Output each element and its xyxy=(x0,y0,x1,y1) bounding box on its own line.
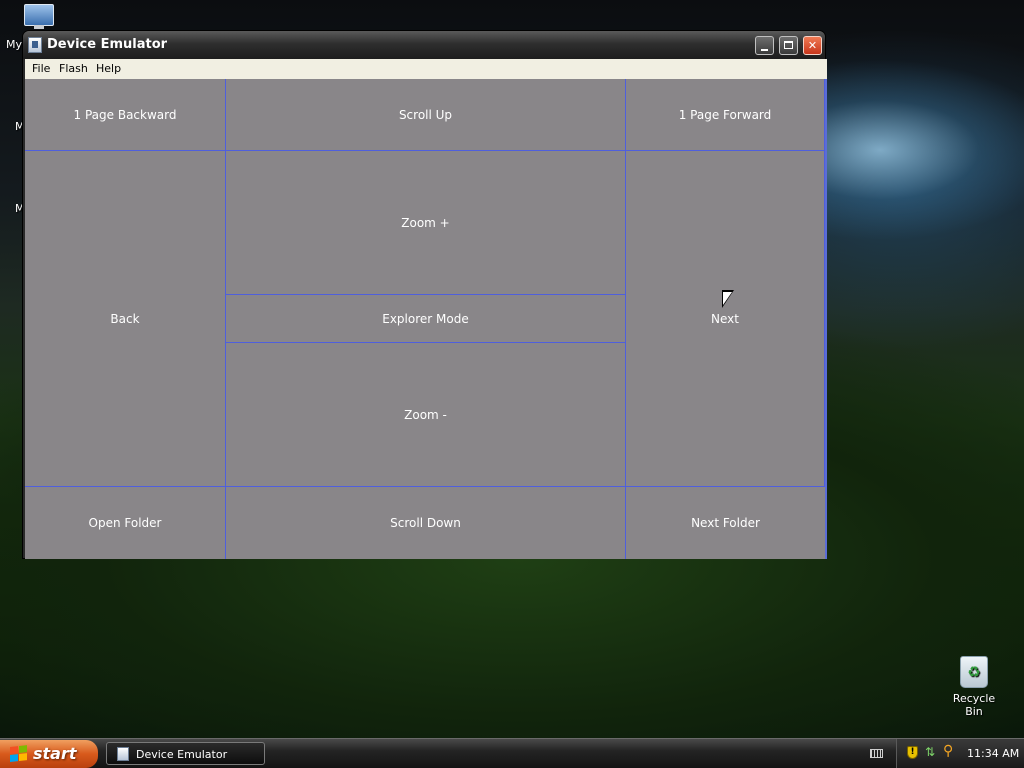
system-tray: ! ⇅ ⚲ 11:34 AM xyxy=(896,739,1024,768)
monitor-shape xyxy=(24,4,54,26)
page-forward-zone[interactable]: 1 Page Forward xyxy=(626,79,825,151)
menu-file[interactable]: File xyxy=(32,62,50,75)
taskbar: start Device Emulator ! ⇅ ⚲ 11:34 AM xyxy=(0,738,1024,768)
menu-flash[interactable]: Flash xyxy=(59,62,88,75)
next-folder-zone[interactable]: Next Folder xyxy=(626,487,825,559)
my-computer-icon[interactable] xyxy=(22,2,56,32)
emulator-touch-area: 1 Page Backward Scroll Up 1 Page Forward… xyxy=(25,79,827,559)
keyboard-icon[interactable] xyxy=(870,749,883,758)
menu-help[interactable]: Help xyxy=(96,62,121,75)
device-emulator-icon xyxy=(117,747,129,761)
recycle-bin-label: Recycle Bin xyxy=(952,692,996,718)
recycle-bin-icon[interactable]: ♻ Recycle Bin xyxy=(944,656,1004,718)
search-icon[interactable]: ⚲ xyxy=(943,743,953,759)
window-title: Device Emulator xyxy=(47,37,168,52)
taskbar-item-label: Device Emulator xyxy=(136,748,228,761)
title-bar[interactable]: Device Emulator ✕ xyxy=(23,31,825,59)
maximize-button[interactable] xyxy=(779,36,798,55)
minimize-button[interactable] xyxy=(755,36,774,55)
open-folder-zone[interactable]: Open Folder xyxy=(25,487,226,559)
clock[interactable]: 11:34 AM xyxy=(967,747,1019,760)
network-icon[interactable]: ⇅ xyxy=(925,745,935,759)
security-shield-icon[interactable]: ! xyxy=(907,746,918,759)
back-zone[interactable]: Back xyxy=(25,151,226,487)
close-button[interactable]: ✕ xyxy=(803,36,822,55)
device-emulator-window: Device Emulator ✕ File Flash Help 1 Page… xyxy=(22,30,827,559)
scroll-down-zone[interactable]: Scroll Down xyxy=(226,487,626,559)
taskbar-item-device-emulator[interactable]: Device Emulator xyxy=(106,742,265,765)
windows-logo-icon xyxy=(10,745,28,763)
start-label: start xyxy=(33,744,77,763)
device-emulator-icon xyxy=(28,37,42,53)
scroll-up-zone[interactable]: Scroll Up xyxy=(226,79,626,151)
zoom-out-zone[interactable]: Zoom - xyxy=(226,343,626,487)
monitor-stand xyxy=(34,25,44,29)
next-zone[interactable]: Next xyxy=(626,151,825,487)
recycle-bin-glyph: ♻ xyxy=(960,656,988,688)
menu-bar: File Flash Help xyxy=(25,59,827,79)
page-backward-zone[interactable]: 1 Page Backward xyxy=(25,79,226,151)
explorer-mode-zone[interactable]: Explorer Mode xyxy=(226,295,626,343)
zoom-in-zone[interactable]: Zoom + xyxy=(226,151,626,295)
start-button[interactable]: start xyxy=(0,740,98,768)
my-computer-label[interactable]: My xyxy=(6,38,22,51)
